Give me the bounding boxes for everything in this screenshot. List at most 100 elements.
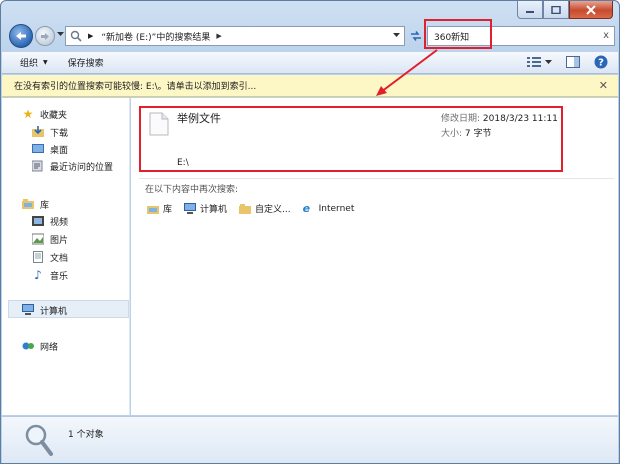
maximize-icon <box>551 5 561 14</box>
search-again-options: 库 计算机 自定义... e Internet <box>147 202 366 215</box>
library-icon <box>147 205 159 214</box>
nav-label: 图片 <box>50 235 69 246</box>
view-options-icon[interactable] <box>527 56 541 68</box>
nav-libraries[interactable]: 库 <box>22 196 49 212</box>
size-value: 7 字节 <box>464 129 492 139</box>
modified-value: 2018/3/23 11:11 <box>482 114 558 124</box>
search-again-label-text: 计算机 <box>200 205 228 215</box>
nav-item-downloads[interactable]: 下载 <box>32 124 68 140</box>
downloads-folder-icon <box>32 126 44 138</box>
search-again-computer[interactable]: 计算机 <box>184 202 227 215</box>
nav-item-music[interactable]: ♪ 音乐 <box>32 267 68 283</box>
address-row: ▶ “新加卷 (E:)”中的搜索结果 ▶ 360新知 x <box>7 23 615 49</box>
search-again-label-text: Internet <box>318 203 355 214</box>
nav-item-documents[interactable]: 文档 <box>32 249 68 265</box>
result-file-path: E:\ <box>177 158 189 168</box>
results-pane: 举例文件 E:\ 修改日期: 2018/3/23 11:11 大小: 7 字节 … <box>131 98 618 415</box>
arrow-left-icon <box>16 32 26 40</box>
search-again-internet[interactable]: e Internet <box>302 201 355 215</box>
preview-pane-icon[interactable] <box>566 56 580 68</box>
svg-text:?: ? <box>598 58 604 69</box>
search-folder-icon <box>70 30 82 42</box>
maximize-button[interactable] <box>543 1 569 19</box>
desktop-icon <box>32 143 44 155</box>
close-icon <box>586 4 596 15</box>
result-size: 大小: 7 字节 <box>441 127 558 142</box>
library-icon <box>22 198 34 210</box>
search-again-custom[interactable]: 自定义... <box>239 202 291 215</box>
nav-item-desktop[interactable]: 桌面 <box>32 141 68 157</box>
caption-buttons <box>517 1 613 19</box>
status-item-count: 1 个对象 <box>68 430 104 440</box>
close-button[interactable] <box>569 1 613 19</box>
nav-label: 计算机 <box>40 306 68 317</box>
size-label: 大小: <box>441 129 463 139</box>
refresh-icon <box>411 31 421 41</box>
back-button[interactable] <box>9 24 33 48</box>
view-dropdown-icon[interactable] <box>545 59 552 65</box>
history-dropdown-icon[interactable] <box>57 32 64 37</box>
close-icon[interactable]: ✕ <box>599 79 608 92</box>
navigation-pane: ★ 收藏夹 下载 桌面 最近访问的位置 库 视频 图片 文档 ♪ 音乐 计算机 … <box>2 98 130 415</box>
computer-icon <box>184 202 197 214</box>
modified-label: 修改日期: <box>441 114 481 124</box>
search-again-label-text: 自定义... <box>255 205 291 215</box>
chevron-right-icon[interactable]: ▶ <box>216 32 221 40</box>
nav-label: 收藏夹 <box>40 110 68 121</box>
nav-network[interactable]: 网络 <box>22 338 58 354</box>
result-file-name: 举例文件 <box>177 112 221 125</box>
network-icon <box>22 340 34 352</box>
video-icon <box>32 215 44 227</box>
clear-search-icon[interactable]: x <box>603 30 609 41</box>
info-bar-text: 在没有索引的位置搜索可能较慢: E:\。请单击以添加到索引... <box>14 82 257 92</box>
chevron-right-icon[interactable]: ▶ <box>88 32 93 40</box>
help-icon[interactable]: ? <box>594 55 608 69</box>
refresh-button[interactable] <box>407 27 425 45</box>
index-info-bar[interactable]: 在没有索引的位置搜索可能较慢: E:\。请单击以添加到索引... ✕ <box>2 75 618 97</box>
music-note-icon: ♪ <box>34 268 42 282</box>
nav-computer[interactable]: 计算机 <box>22 302 67 318</box>
address-segment[interactable]: “新加卷 (E:)”中的搜索结果 ▶ <box>101 30 221 43</box>
nav-item-pictures[interactable]: 图片 <box>32 231 68 247</box>
internet-explorer-icon: e <box>302 201 311 215</box>
document-icon <box>32 251 44 263</box>
computer-icon <box>22 304 34 316</box>
search-magnifier-icon <box>25 424 53 456</box>
nav-label: 最近访问的位置 <box>50 162 114 173</box>
chevron-down-icon: ▼ <box>43 59 48 66</box>
search-again-label: 在以下内容中再次搜索: <box>145 185 239 195</box>
star-icon: ★ <box>22 107 34 121</box>
nav-item-videos[interactable]: 视频 <box>32 213 68 229</box>
result-modified: 修改日期: 2018/3/23 11:11 <box>441 112 558 127</box>
search-highlight-box <box>424 19 492 49</box>
command-bar: 组织 ▼ 保存搜索 ? <box>2 52 618 74</box>
nav-label: 文档 <box>50 253 69 264</box>
address-bar[interactable]: ▶ “新加卷 (E:)”中的搜索结果 ▶ <box>65 26 405 46</box>
divider <box>139 178 614 179</box>
nav-label: 视频 <box>50 217 69 228</box>
minimize-button[interactable] <box>517 1 543 19</box>
organize-button[interactable]: 组织 ▼ <box>20 56 48 69</box>
result-metadata: 修改日期: 2018/3/23 11:11 大小: 7 字节 <box>441 112 558 142</box>
custom-folder-icon <box>239 203 252 214</box>
nav-item-recent-places[interactable]: 最近访问的位置 <box>32 158 113 174</box>
command-bar-right: ? <box>513 55 608 69</box>
save-search-button[interactable]: 保存搜索 <box>68 56 104 69</box>
search-result-item[interactable]: 举例文件 E:\ 修改日期: 2018/3/23 11:11 大小: 7 字节 <box>139 106 563 172</box>
text-file-icon <box>149 112 169 136</box>
address-segment-label: “新加卷 (E:)”中的搜索结果 <box>101 32 211 43</box>
nav-label: 桌面 <box>50 145 69 156</box>
forward-button[interactable] <box>35 26 55 46</box>
organize-label: 组织 <box>20 59 39 69</box>
search-again-libraries[interactable]: 库 <box>147 202 172 215</box>
explorer-window: ▶ “新加卷 (E:)”中的搜索结果 ▶ 360新知 x 组织 ▼ 保存搜索 ?… <box>0 0 620 464</box>
arrow-right-icon <box>41 32 49 40</box>
minimize-icon <box>526 10 534 13</box>
picture-icon <box>32 233 44 245</box>
save-search-label: 保存搜索 <box>67 59 104 69</box>
status-bar: 1 个对象 <box>2 416 618 463</box>
address-dropdown-icon[interactable] <box>393 33 400 38</box>
nav-favorites[interactable]: ★ 收藏夹 <box>22 106 67 122</box>
nav-label: 库 <box>40 200 50 211</box>
search-again-label-text: 库 <box>163 205 173 215</box>
